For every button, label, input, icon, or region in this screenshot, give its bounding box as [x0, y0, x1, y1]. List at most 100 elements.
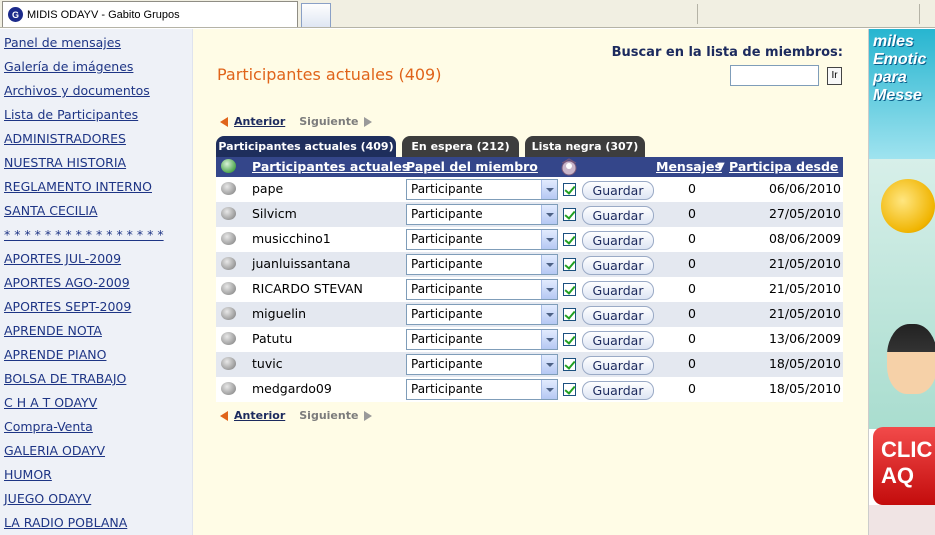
header-messages[interactable]: Mensajes [656, 159, 722, 174]
dropdown-arrow-icon[interactable] [541, 280, 557, 299]
sidebar-item[interactable]: REGLAMENTO INTERNO [0, 177, 192, 201]
cartoon-character-icon [887, 324, 935, 394]
member-role-select[interactable]: Participante [406, 254, 558, 275]
sidebar-item[interactable]: * * * * * * * * * * * * * * * * [0, 225, 192, 249]
sort-desc-icon: ▼ [717, 161, 725, 172]
table-row: Patutu Participante Guardar 0 13/06/2009 [216, 327, 843, 352]
tab-current-members[interactable]: Participantes actuales (409) [216, 136, 396, 157]
sidebar-item[interactable]: Archivos y documentos [0, 81, 192, 105]
sidebar-item[interactable]: APORTES JUL-2009 [0, 249, 192, 273]
member-role-select[interactable]: Participante [406, 329, 558, 350]
save-button[interactable]: Guardar [582, 206, 654, 225]
sidebar-item[interactable]: APORTES SEPT-2009 [0, 297, 192, 321]
notify-checkbox[interactable] [563, 283, 576, 296]
new-tab-button[interactable] [301, 3, 331, 27]
save-button[interactable]: Guardar [582, 231, 654, 250]
member-role-select[interactable]: Participante [406, 279, 558, 300]
sidebar-item[interactable]: NUESTRA HISTORIA [0, 153, 192, 177]
table-row: tuvic Participante Guardar 0 18/05/2010 [216, 352, 843, 377]
role-value: Participante [411, 382, 483, 396]
dropdown-arrow-icon[interactable] [541, 355, 557, 374]
member-role-select[interactable]: Participante [406, 354, 558, 375]
search-go-button[interactable]: Ir [827, 67, 842, 85]
member-name-link[interactable]: juanluissantana [252, 256, 351, 271]
dropdown-arrow-icon[interactable] [541, 380, 557, 399]
save-button[interactable]: Guardar [582, 331, 654, 350]
member-role-select[interactable]: Participante [406, 304, 558, 325]
tab-pending[interactable]: En espera (212) [402, 136, 519, 157]
notify-checkbox[interactable] [563, 308, 576, 321]
notify-checkbox[interactable] [563, 258, 576, 271]
toolbar-divider [919, 4, 920, 24]
member-name-link[interactable]: medgardo09 [252, 381, 332, 396]
sidebar-item[interactable]: Galería de imágenes [0, 57, 192, 81]
notify-checkbox[interactable] [563, 183, 576, 196]
dropdown-arrow-icon[interactable] [541, 305, 557, 324]
notify-checkbox[interactable] [563, 358, 576, 371]
member-name-link[interactable]: Silvicm [252, 206, 297, 221]
sidebar-item[interactable]: APRENDE PIANO [0, 345, 192, 369]
table-row: juanluissantana Participante Guardar 0 21/05… [216, 252, 843, 277]
save-button[interactable]: Guardar [582, 181, 654, 200]
member-name-link[interactable]: Patutu [252, 331, 292, 346]
member-name-link[interactable]: pape [252, 181, 283, 196]
member-role-select[interactable]: Participante [406, 179, 558, 200]
member-role-select[interactable]: Participante [406, 204, 558, 225]
offline-status-icon [221, 282, 236, 295]
notify-checkbox[interactable] [563, 208, 576, 221]
header-name[interactable]: Participantes actuales [252, 159, 409, 174]
message-count: 0 [688, 281, 696, 296]
dropdown-arrow-icon[interactable] [541, 180, 557, 199]
notify-checkbox[interactable] [563, 333, 576, 346]
sidebar-item[interactable]: C H A T ODAYV [0, 393, 192, 417]
member-name-link[interactable]: tuvic [252, 356, 283, 371]
member-role-select[interactable]: Participante [406, 379, 558, 400]
sidebar-item[interactable]: GALERIA ODAYV [0, 441, 192, 465]
previous-link[interactable]: Anterior [234, 409, 285, 422]
dropdown-arrow-icon[interactable] [541, 255, 557, 274]
notify-checkbox[interactable] [563, 383, 576, 396]
message-count: 0 [688, 181, 696, 196]
table-row: musicchino1 Participante Guardar 0 08/06/200… [216, 227, 843, 252]
browser-tab-bar: G MIDIS ODAYV - Gabito Grupos [0, 0, 935, 28]
member-name-link[interactable]: miguelin [252, 306, 306, 321]
member-search-input[interactable] [730, 65, 819, 86]
notify-checkbox[interactable] [563, 233, 576, 246]
member-role-select[interactable]: Participante [406, 229, 558, 250]
dropdown-arrow-icon[interactable] [541, 230, 557, 249]
sidebar-item[interactable]: HUMOR [0, 465, 192, 489]
sidebar-item[interactable]: APRENDE NOTA [0, 321, 192, 345]
save-button[interactable]: Guardar [582, 281, 654, 300]
pager-top: Anterior Siguiente [220, 115, 373, 128]
tab-blacklist[interactable]: Lista negra (307) [525, 136, 645, 157]
member-name-link[interactable]: musicchino1 [252, 231, 331, 246]
ad-banner[interactable]: miles Emotic para Messe CLIC AQ [868, 29, 935, 535]
sidebar-item[interactable]: Panel de mensajes [0, 33, 192, 57]
sidebar-item[interactable]: BOLSA DE TRABAJO [0, 369, 192, 393]
previous-link[interactable]: Anterior [234, 115, 285, 128]
next-link[interactable]: Siguiente [299, 409, 358, 422]
sidebar-item[interactable]: ADMINISTRADORES [0, 129, 192, 153]
save-button[interactable]: Guardar [582, 256, 654, 275]
sidebar-item[interactable]: LA RADIO POBLANA [0, 513, 192, 535]
save-button[interactable]: Guardar [582, 306, 654, 325]
sidebar-item[interactable]: APORTES AGO-2009 [0, 273, 192, 297]
member-since-date: 27/05/2010 [768, 206, 841, 221]
sidebar-item[interactable]: Lista de Participantes [0, 105, 192, 129]
dropdown-arrow-icon[interactable] [541, 330, 557, 349]
sidebar-item[interactable]: Compra-Venta [0, 417, 192, 441]
member-name-link[interactable]: RICARDO STEVAN [252, 281, 363, 296]
message-count: 0 [688, 256, 696, 271]
next-link[interactable]: Siguiente [299, 115, 358, 128]
sidebar-item[interactable]: JUEGO ODAYV [0, 489, 192, 513]
role-value: Participante [411, 332, 483, 346]
browser-tab[interactable]: G MIDIS ODAYV - Gabito Grupos [2, 1, 298, 27]
save-button[interactable]: Guardar [582, 356, 654, 375]
ad-click-button[interactable]: CLIC AQ [873, 427, 935, 505]
dropdown-arrow-icon[interactable] [541, 205, 557, 224]
header-role[interactable]: Papel del miembro [406, 159, 538, 174]
member-since-date: 21/05/2010 [768, 281, 841, 296]
sidebar-item[interactable]: SANTA CECILIA [0, 201, 192, 225]
save-button[interactable]: Guardar [582, 381, 654, 400]
header-member-since[interactable]: Participa desde [729, 159, 838, 174]
